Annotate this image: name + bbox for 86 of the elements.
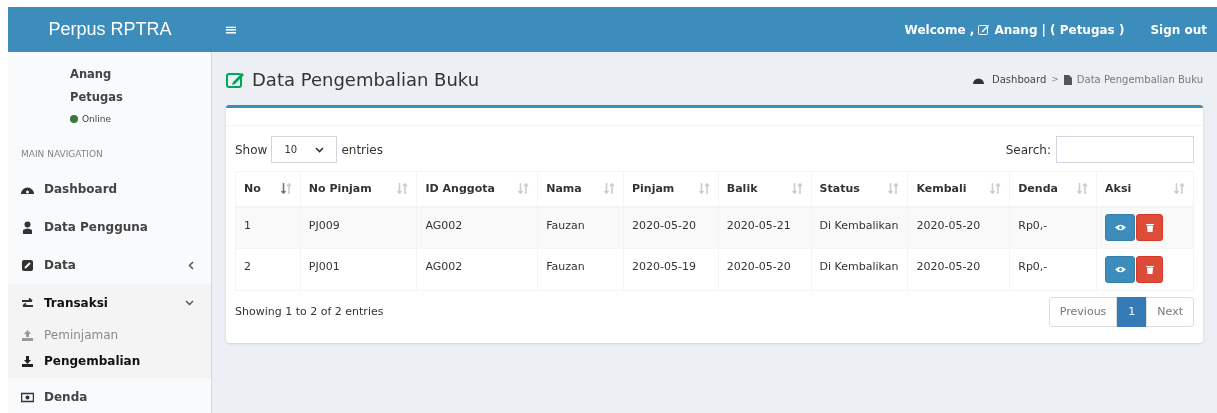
sidebar-item[interactable]: Data (8, 246, 211, 284)
chevron-down-icon (315, 146, 325, 153)
eye-icon (1114, 266, 1126, 273)
table-cell: AG002 (417, 206, 538, 249)
menu-toggle[interactable]: ≡ (224, 17, 238, 42)
table-cell: Rp0,- (1009, 248, 1097, 291)
edit-icon (21, 258, 34, 272)
sort-icon (791, 183, 803, 195)
money-icon (21, 390, 34, 404)
download-icon (21, 354, 34, 368)
sort-icon (990, 183, 1002, 195)
column-header[interactable]: No Pinjam (300, 171, 417, 207)
table-cell: 2020-05-20 (623, 206, 719, 249)
user-role: | ( Petugas ) (1041, 21, 1125, 39)
sort-icon (888, 183, 900, 195)
user-icon (21, 220, 34, 234)
breadcrumb-current: Data Pengembalian Buku (1076, 73, 1203, 87)
sidebar-item[interactable]: Dashboard (8, 170, 211, 208)
column-header[interactable]: Denda (1009, 171, 1097, 207)
user-name[interactable]: Anang (994, 20, 1038, 39)
table-cell: 2020-05-19 (623, 248, 719, 291)
column-header[interactable]: ID Anggota (417, 171, 538, 207)
status-text: Online (82, 112, 112, 126)
column-header[interactable]: Kembali (907, 171, 1010, 207)
table-cell: 2020-05-20 (907, 248, 1010, 291)
table-cell: 2 (235, 248, 301, 291)
delete-button[interactable] (1136, 214, 1164, 242)
column-header[interactable]: Balik (718, 171, 812, 207)
sort-icon (604, 183, 615, 195)
length-label: Show (235, 141, 268, 159)
user-role: Petugas (70, 89, 124, 107)
pagination-button[interactable]: 1 (1117, 297, 1147, 327)
table-cell: PJ001 (300, 248, 417, 291)
document-icon (1063, 74, 1072, 85)
column-header[interactable]: No (235, 171, 301, 207)
sidebar-item[interactable]: Denda (8, 378, 211, 413)
length-label: entries (341, 141, 383, 159)
table-cell: 2020-05-21 (718, 206, 812, 249)
edit-icon (226, 70, 246, 89)
trash-icon (1145, 223, 1154, 233)
table-cell: 1 (235, 206, 301, 249)
sort-icon (698, 183, 710, 195)
table-cell: Di Kembalikan (811, 248, 908, 291)
table-cell: PJ009 (300, 206, 417, 249)
pagination-button[interactable]: Previous (1048, 297, 1118, 327)
table-cell: AG002 (417, 248, 538, 291)
search-label: Search: (1005, 141, 1051, 159)
table-cell: Di Kembalikan (811, 206, 908, 249)
table-cell: Fauzan (537, 248, 624, 291)
column-header[interactable]: Aksi (1096, 171, 1194, 207)
column-header[interactable]: Status (811, 171, 908, 207)
sign-out-link[interactable]: Sign out (1150, 20, 1207, 39)
sort-icon (1174, 183, 1185, 195)
view-button[interactable] (1105, 256, 1136, 283)
page-title: Data Pengembalian Buku (252, 68, 480, 92)
view-button[interactable] (1105, 214, 1136, 242)
delete-button[interactable] (1136, 256, 1164, 283)
search-field[interactable] (1056, 136, 1194, 163)
exchange-icon (21, 296, 34, 310)
column-header[interactable]: Pinjam (623, 171, 719, 207)
sort-icon (280, 183, 292, 195)
brand-logo[interactable]: Perpus RPTRA (48, 16, 172, 43)
sort-icon (397, 183, 409, 195)
entries-select[interactable]: 10 (271, 136, 338, 163)
upload-icon (21, 328, 34, 342)
sort-icon (518, 183, 530, 195)
table-cell: Rp0,- (1009, 206, 1097, 249)
column-header[interactable]: Nama (537, 171, 624, 207)
edit-icon (978, 24, 991, 35)
chevron-down-icon (185, 300, 194, 306)
table-info: Showing 1 to 2 of 2 entries (235, 303, 384, 320)
breadcrumb-link[interactable]: Dashboard (992, 72, 1047, 87)
table-cell: 2020-05-20 (907, 206, 1010, 249)
table-cell: Fauzan (537, 206, 624, 249)
welcome-text: Welcome , (904, 21, 975, 39)
trash-icon (1145, 265, 1154, 274)
sort-icon (1077, 183, 1089, 195)
chevron-left-icon (188, 260, 194, 270)
eye-icon (1114, 224, 1126, 232)
pagination-button[interactable]: Next (1146, 297, 1194, 327)
breadcrumb-separator: > (1051, 72, 1059, 86)
sidebar-item[interactable]: Data Pengguna (8, 208, 211, 246)
nav-header: MAIN NAVIGATION (21, 149, 103, 159)
sidebar-subitem[interactable]: Pengembalian (8, 348, 211, 374)
table-cell: 2020-05-20 (718, 248, 812, 291)
user-name: Anang (70, 66, 113, 83)
